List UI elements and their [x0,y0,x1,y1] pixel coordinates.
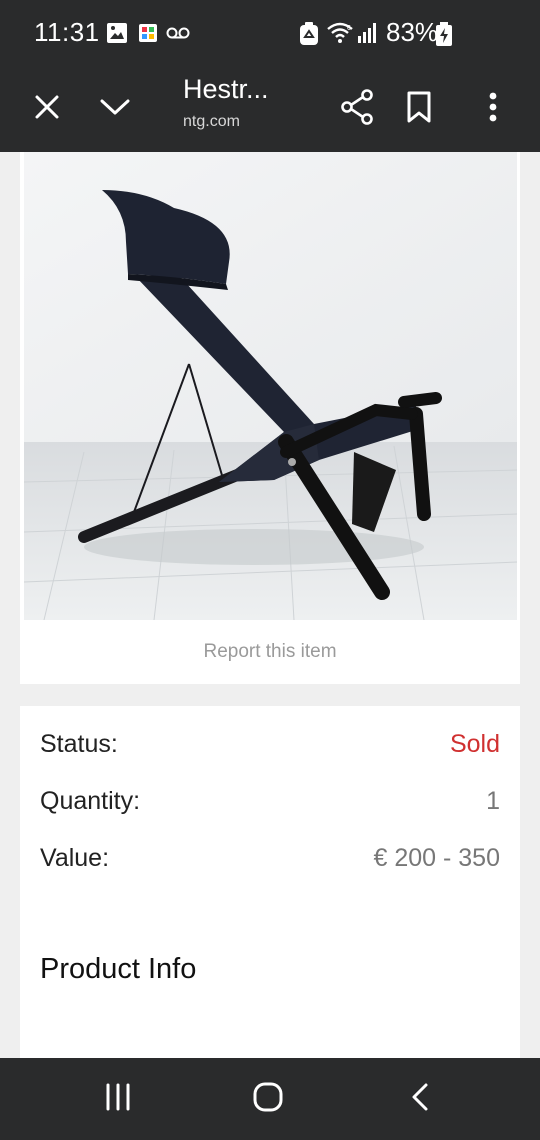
image-card: Report this item [20,152,520,684]
page-url: ntg.com [183,113,240,130]
bookmark-icon [406,91,432,128]
page-title: Hestr... [183,74,269,104]
collapse-button[interactable] [92,86,138,132]
product-image[interactable] [24,152,517,620]
system-nav-bar [0,1058,540,1140]
battery-percent: 83% [386,17,439,47]
value-label: Value: [40,844,110,872]
recycle-icon [298,22,320,51]
quantity-value: 1 [486,787,500,815]
details-card: Status: Sold Quantity: 1 Value: € 200 - … [20,706,520,1058]
home-button[interactable] [238,1076,298,1122]
battery-charging-icon [436,22,452,51]
image-icon [106,22,128,49]
share-button[interactable] [334,86,380,132]
back-icon [410,1082,430,1117]
value-row: Value: € 200 - 350 [40,844,500,878]
quantity-row: Quantity: 1 [40,787,500,821]
close-button[interactable] [24,86,70,132]
status-value: Sold [449,730,500,758]
status-label: Status: [40,730,118,758]
svg-text:6: 6 [347,25,351,32]
chevron-down-icon [99,97,131,122]
browser-toolbar: Hestr... ntg.com [0,66,540,152]
close-icon [34,94,60,125]
status-time: 11:31 [34,17,100,47]
value-value: € 200 - 350 [373,844,501,872]
more-options-button[interactable] [470,86,516,132]
voicemail-icon [166,26,190,45]
product-info-heading: Product Info [40,953,197,985]
home-icon [252,1081,284,1118]
status-row: Status: Sold [40,730,500,764]
recent-apps-button[interactable] [88,1076,148,1122]
recent-apps-icon [104,1083,132,1116]
page-content[interactable]: Report this item Status: Sold Quantity: … [0,152,540,1058]
wifi-icon: 6 [326,22,354,49]
quantity-label: Quantity: [40,787,141,815]
back-button[interactable] [390,1076,450,1122]
bookmark-button[interactable] [396,86,442,132]
share-icon [340,88,374,130]
more-vert-icon [489,92,497,127]
signal-icon [357,22,379,49]
app-grid-icon [139,24,157,47]
status-bar: 11:31 6 83% [0,0,540,66]
report-item-link[interactable]: Report this item [20,641,520,663]
